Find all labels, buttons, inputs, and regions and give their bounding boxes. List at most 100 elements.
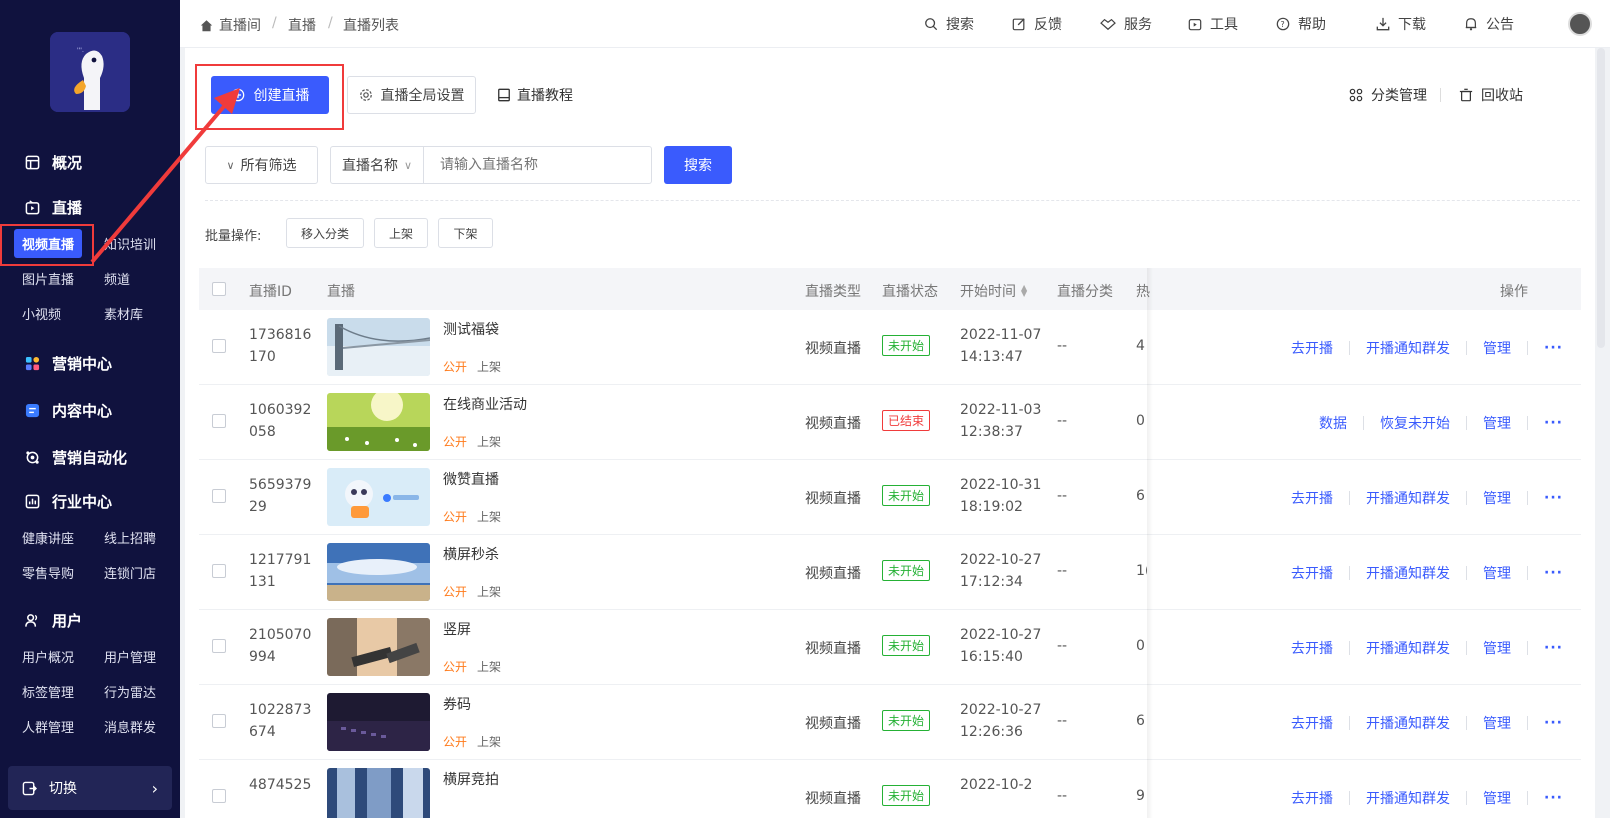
sidebar-item-user[interactable]: 用户	[24, 610, 82, 631]
sidebar-item-user-overview[interactable]: 用户概况	[22, 647, 74, 666]
row-action-link[interactable]: 去开播	[1291, 713, 1333, 733]
live-title[interactable]: 竖屏	[443, 619, 471, 639]
row-checkbox[interactable]	[212, 789, 226, 803]
sidebar-item-material[interactable]: 素材库	[104, 304, 143, 323]
row-checkbox[interactable]	[212, 414, 226, 428]
batch-off-shelf-button[interactable]: 下架	[438, 218, 493, 248]
status-badge: 未开始	[882, 710, 931, 731]
live-thumbnail[interactable]	[327, 768, 430, 818]
sidebar-item-behavior-radar[interactable]: 行为雷达	[104, 682, 156, 701]
live-thumbnail[interactable]	[327, 618, 430, 676]
row-action-link[interactable]: 开播通知群发	[1366, 638, 1450, 658]
sidebar-item-content[interactable]: 内容中心	[24, 400, 112, 421]
row-action-link[interactable]: 数据	[1319, 413, 1347, 433]
sidebar-item-health[interactable]: 健康讲座	[22, 528, 74, 547]
sidebar-item-chain-store[interactable]: 连锁门店	[104, 563, 156, 582]
row-action-link[interactable]: 开播通知群发	[1366, 713, 1450, 733]
row-action-link[interactable]: 去开播	[1291, 488, 1333, 508]
row-action-link[interactable]: 去开播	[1291, 638, 1333, 658]
row-checkbox[interactable]	[212, 489, 226, 503]
row-action-link[interactable]: 管理	[1483, 713, 1511, 733]
more-icon[interactable]: ···	[1544, 640, 1563, 656]
row-action-link[interactable]: 管理	[1483, 488, 1511, 508]
sidebar-item-overview[interactable]: 概况	[24, 152, 82, 173]
topnav-service[interactable]: 服务	[1100, 14, 1152, 34]
row-action-link[interactable]: 开播通知群发	[1366, 488, 1450, 508]
live-thumbnail[interactable]	[327, 693, 430, 751]
action-separator	[1349, 491, 1351, 505]
row-action-link[interactable]: 管理	[1483, 338, 1511, 358]
sidebar-item-user-manage[interactable]: 用户管理	[104, 647, 156, 666]
more-icon[interactable]: ···	[1544, 790, 1563, 806]
row-checkbox[interactable]	[212, 339, 226, 353]
sidebar-item-automation[interactable]: 营销自动化	[24, 447, 127, 468]
switch-button[interactable]: 切换 ›	[8, 766, 172, 810]
row-action-link[interactable]: 开播通知群发	[1366, 338, 1450, 358]
row-checkbox[interactable]	[212, 639, 226, 653]
sidebar-item-tag-manage[interactable]: 标签管理	[22, 682, 74, 701]
live-title[interactable]: 在线商业活动	[443, 394, 527, 414]
batch-on-shelf-button[interactable]: 上架	[374, 218, 428, 248]
sidebar-item-short-video[interactable]: 小视频	[22, 304, 61, 323]
recycle-bin-button[interactable]: 回收站	[1457, 76, 1525, 114]
more-icon[interactable]: ···	[1544, 565, 1563, 581]
row-action-link[interactable]: 开播通知群发	[1366, 788, 1450, 808]
sidebar-item-recruit[interactable]: 线上招聘	[104, 528, 156, 547]
topnav-announcement[interactable]: 公告	[1464, 14, 1514, 34]
sidebar-item-crowd-manage[interactable]: 人群管理	[22, 717, 74, 736]
breadcrumb-home[interactable]: 直播间	[200, 15, 261, 35]
row-action-link[interactable]: 管理	[1483, 563, 1511, 583]
th-start-time[interactable]: 开始时间 ▲ ▼	[960, 281, 1027, 301]
batch-move-button[interactable]: 移入分类	[286, 218, 364, 248]
row-action-link[interactable]: 开播通知群发	[1366, 563, 1450, 583]
row-action-link[interactable]: 去开播	[1291, 338, 1333, 358]
live-thumbnail[interactable]	[327, 468, 430, 526]
live-title[interactable]: 横屏秒杀	[443, 544, 499, 564]
row-action-link[interactable]: 恢复未开始	[1380, 413, 1450, 433]
search-field-select[interactable]: 直播名称 ∨	[331, 147, 424, 183]
sidebar-item-marketing[interactable]: 营销中心	[24, 353, 112, 374]
sidebar-item-message-broadcast[interactable]: 消息群发	[104, 717, 156, 736]
page-scrollbar[interactable]	[1597, 48, 1605, 348]
search-button[interactable]: 搜索	[664, 146, 732, 184]
sidebar-item-image-live[interactable]: 图片直播	[22, 269, 74, 288]
all-filter-dropdown[interactable]: ∨ 所有筛选	[205, 146, 318, 184]
sidebar-item-retail[interactable]: 零售导购	[22, 563, 74, 582]
more-icon[interactable]: ···	[1544, 715, 1563, 731]
live-title[interactable]: 测试福袋	[443, 319, 499, 339]
live-title[interactable]: 微赞直播	[443, 469, 499, 489]
sidebar-item-knowledge-training[interactable]: 知识培训	[104, 234, 156, 253]
row-action-link[interactable]: 管理	[1483, 638, 1511, 658]
row-action-link[interactable]: 去开播	[1291, 788, 1333, 808]
more-icon[interactable]: ···	[1544, 415, 1563, 431]
row-checkbox[interactable]	[212, 714, 226, 728]
avatar[interactable]	[1568, 12, 1592, 36]
breadcrumb-item[interactable]: 直播	[288, 15, 316, 35]
row-action-link[interactable]: 管理	[1483, 788, 1511, 808]
live-thumbnail[interactable]	[327, 393, 430, 451]
live-thumbnail[interactable]	[327, 318, 430, 376]
topnav-download[interactable]: 下载	[1376, 14, 1426, 34]
sidebar-item-industry[interactable]: 行业中心	[24, 491, 112, 512]
search-input[interactable]	[424, 147, 650, 183]
topnav-feedback[interactable]: 反馈	[1012, 14, 1062, 34]
live-thumbnail[interactable]	[327, 543, 430, 601]
category-manage-button[interactable]: 分类管理	[1345, 76, 1431, 114]
app-logo[interactable]: '''.	[50, 32, 130, 112]
tutorial-button[interactable]: 直播教程	[495, 76, 575, 114]
select-all-checkbox[interactable]	[212, 282, 226, 296]
topnav-help[interactable]: ? 帮助	[1276, 14, 1326, 34]
live-title[interactable]: 横屏竞拍	[443, 769, 499, 789]
live-title[interactable]: 券码	[443, 694, 471, 714]
row-checkbox[interactable]	[212, 564, 226, 578]
sidebar-item-channel[interactable]: 频道	[104, 269, 130, 288]
topnav-search[interactable]: 搜索	[924, 14, 974, 34]
row-action-link[interactable]: 去开播	[1291, 563, 1333, 583]
more-icon[interactable]: ···	[1544, 490, 1563, 506]
topnav-tools[interactable]: 工具	[1188, 14, 1238, 34]
sidebar-item-live[interactable]: 直播	[24, 197, 82, 218]
global-settings-button[interactable]: 直播全局设置	[347, 76, 476, 114]
row-action-link[interactable]: 管理	[1483, 413, 1511, 433]
sidebar-label: 内容中心	[52, 402, 113, 420]
more-icon[interactable]: ···	[1544, 340, 1563, 356]
